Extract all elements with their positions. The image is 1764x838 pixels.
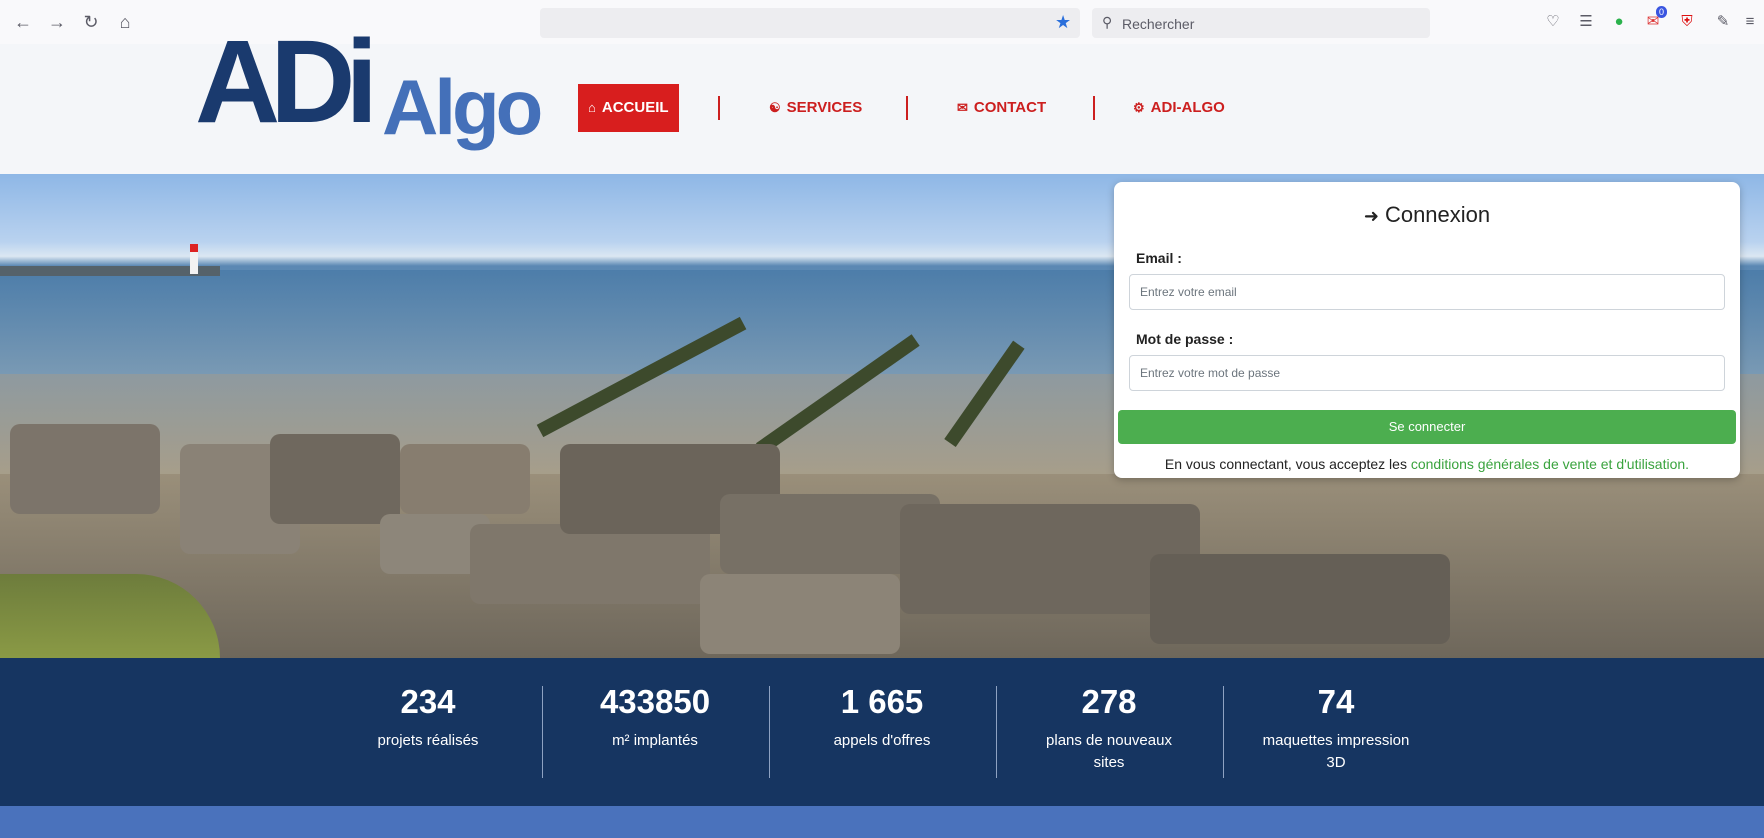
terms-link[interactable]: conditions générales de vente et d'utili… [1411, 456, 1689, 472]
stat-label: plans de nouveaux sites [1046, 732, 1172, 771]
stat-value: 74 [1317, 683, 1355, 720]
stat-projects: 234 projets réalisés [314, 682, 542, 752]
hero-rock [1150, 554, 1450, 644]
login-card: ➜Connexion Email : Mot de passe : Se con… [1114, 182, 1740, 478]
search-icon: ⚲ [1102, 14, 1113, 30]
stats-band: 234 projets réalisés 433850 m² implantés… [0, 658, 1764, 806]
bookmark-star-icon[interactable]: ★ [1055, 11, 1071, 33]
nav-accueil-label: ACCUEIL [601, 99, 669, 116]
nav-services-label: SERVICES [786, 99, 863, 116]
handshake-icon: ☯ [769, 100, 781, 115]
password-field[interactable] [1129, 355, 1725, 391]
email-field[interactable] [1129, 274, 1725, 310]
browser-search-placeholder: Rechercher [1122, 16, 1195, 32]
browser-search-bar[interactable]: ⚲ Rechercher [1092, 8, 1430, 38]
site-header: ADi Algo ⌂ ACCUEIL ☯ SERVICES ✉ CONTACT ⚙ AD… [0, 16, 1764, 174]
email-label: Email : [1136, 250, 1182, 266]
logo-sub-text: Algo [382, 63, 543, 151]
menu-divider [718, 96, 720, 120]
stat-label: appels d'offres [833, 732, 931, 749]
library-icon[interactable]: ☰ [1576, 12, 1596, 32]
extensions-icon[interactable]: ✎ [1713, 12, 1733, 32]
check-extension-icon[interactable]: ● [1609, 12, 1629, 32]
hero-rock [700, 574, 900, 654]
menu-divider [906, 96, 908, 120]
home-icon[interactable]: ⌂ [114, 11, 136, 33]
hero-rock [400, 444, 530, 514]
gears-icon: ⚙ [1133, 100, 1145, 115]
hero-rock [270, 434, 400, 524]
nav-services[interactable]: ☯ SERVICES [769, 84, 862, 132]
nav-contact[interactable]: ✉ CONTACT [957, 84, 1046, 132]
nav-contact-label: CONTACT [973, 99, 1047, 116]
login-title: ➜ Connexion [1114, 202, 1740, 228]
mail-extension-icon[interactable]: ✉ 0 [1643, 6, 1667, 32]
hero-lighthouse [190, 244, 198, 274]
stat-site-plans: 278 plans de nouveaux sites [995, 682, 1223, 774]
hero-rock [10, 424, 160, 514]
home-icon: ⌂ [588, 100, 596, 115]
stat-label: m² implantés [612, 732, 698, 749]
stat-value: 1 665 [840, 683, 924, 720]
mail-badge: 0 [1655, 6, 1667, 18]
sign-in-icon: ➜ [1363, 206, 1379, 226]
nav-accueil[interactable]: ⌂ ACCUEIL [578, 84, 679, 132]
menu-icon[interactable]: ≡ [1740, 12, 1760, 32]
terms-text: En vous connectant, vous acceptez les [1164, 456, 1411, 472]
bottom-band [0, 806, 1764, 838]
pocket-icon[interactable]: ♡ [1543, 12, 1563, 32]
reload-icon[interactable]: ↻ [80, 11, 102, 33]
stat-value: 234 [400, 683, 456, 720]
back-icon[interactable]: ← [12, 11, 34, 33]
logo-main-text: ADi [195, 16, 378, 148]
stat-label: maquettes impression 3D [1262, 732, 1410, 771]
stat-3d-models: 74 maquettes impression 3D [1222, 682, 1450, 774]
terms-notice: En vous connectant, vous acceptez les co… [1114, 456, 1740, 472]
login-title-text: Connexion [1384, 202, 1491, 227]
nav-adi-algo-label: ADI-ALGO [1150, 99, 1225, 116]
stat-value: 433850 [599, 683, 711, 720]
hero-rock [470, 524, 710, 604]
stat-label: projets réalisés [377, 732, 479, 749]
forward-icon[interactable]: → [46, 11, 68, 33]
shield-extension-icon[interactable]: ⛨ [1677, 12, 1697, 32]
envelope-icon: ✉ [957, 100, 968, 115]
nav-adi-algo[interactable]: ⚙ ADI-ALGO [1133, 84, 1225, 132]
stat-tenders: 1 665 appels d'offres [768, 682, 996, 752]
stat-value: 278 [1081, 683, 1137, 720]
login-submit-button[interactable]: Se connecter [1118, 410, 1736, 444]
stat-area: 433850 m² implantés [541, 682, 769, 752]
password-label: Mot de passe : [1136, 331, 1234, 347]
hero-pier [0, 266, 220, 276]
menu-divider [1093, 96, 1095, 120]
url-bar[interactable] [540, 8, 1080, 38]
